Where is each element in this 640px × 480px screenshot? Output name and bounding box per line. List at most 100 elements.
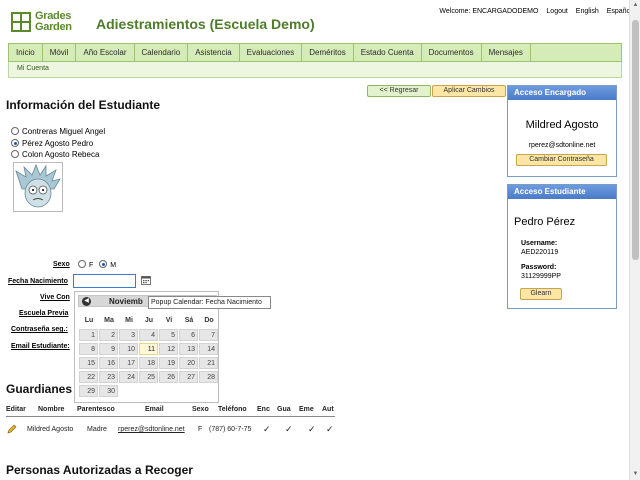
authorized-pickup-title: Personas Autorizadas a Recoger bbox=[6, 463, 193, 477]
calendar-day[interactable]: 7 bbox=[199, 329, 218, 341]
calendar-day-empty bbox=[179, 385, 198, 397]
calendar-day[interactable]: 27 bbox=[179, 371, 198, 383]
student-info-title: Información del Estudiante bbox=[6, 98, 161, 112]
nav-item-demeritos[interactable]: Deméritos bbox=[302, 44, 354, 61]
radio-icon[interactable] bbox=[11, 127, 19, 135]
calendar-day[interactable]: 3 bbox=[119, 329, 138, 341]
nav-item-ano-escolar[interactable]: Año Escolar bbox=[76, 44, 135, 61]
radio-selected-icon[interactable] bbox=[11, 139, 19, 147]
calendar-day[interactable]: 12 bbox=[159, 343, 178, 355]
student-avatar bbox=[13, 162, 63, 212]
guardian-sex: F bbox=[198, 426, 203, 433]
calendar-day[interactable]: 29 bbox=[79, 385, 98, 397]
nav-item-movil[interactable]: Móvil bbox=[43, 44, 77, 61]
subnav-mi-cuenta[interactable]: Mi Cuenta bbox=[9, 65, 49, 72]
nav-item-inicio[interactable]: Inicio bbox=[9, 44, 43, 61]
calendar-day[interactable]: 28 bbox=[199, 371, 218, 383]
calendar-week: 15 16 17 18 19 20 21 bbox=[79, 357, 219, 371]
grades-garden-logo[interactable]: Grades Garden bbox=[10, 10, 80, 35]
change-password-button[interactable]: Cambiar Contraseña bbox=[516, 154, 607, 166]
calendar-day[interactable]: 16 bbox=[99, 357, 118, 369]
nav-item-calendario[interactable]: Calendario bbox=[135, 44, 189, 61]
col-telefono: Teléfono bbox=[218, 406, 247, 413]
dow-lu: Lu bbox=[84, 317, 94, 324]
app-title: Adiestramientos (Escuela Demo) bbox=[96, 16, 315, 32]
student-name: Contreras Miguel Angel bbox=[22, 127, 106, 136]
fecha-nacimiento-label: Fecha Nacimiento bbox=[8, 278, 68, 285]
password-value: 31129999PP bbox=[521, 273, 561, 280]
guardian-email-link[interactable]: rperez@sdtonline.net bbox=[118, 426, 185, 433]
nav-item-asistencia[interactable]: Asistencia bbox=[188, 44, 240, 61]
calendar-day[interactable]: 30 bbox=[99, 385, 118, 397]
apply-changes-button[interactable]: Aplicar Cambios bbox=[432, 85, 506, 97]
nav-item-mensajes[interactable]: Mensajes bbox=[482, 44, 531, 61]
calendar-day[interactable]: 15 bbox=[79, 357, 98, 369]
calendar-grid: Lu Ma Mi Ju Vi Sá Do 1 2 3 4 5 6 7 8 9 1… bbox=[79, 312, 219, 399]
student-option-contreras[interactable]: Contreras Miguel Angel bbox=[11, 126, 105, 137]
glearn-button[interactable]: Glearn bbox=[520, 288, 562, 300]
nav-item-documentos[interactable]: Documentos bbox=[422, 44, 482, 61]
col-sexo: Sexo bbox=[192, 406, 209, 413]
calendar-day[interactable]: 25 bbox=[139, 371, 158, 383]
sexo-f-radio[interactable] bbox=[78, 260, 86, 268]
dow-ju: Ju bbox=[144, 317, 154, 324]
calendar-day[interactable]: 4 bbox=[139, 329, 158, 341]
calendar-day[interactable]: 8 bbox=[79, 343, 98, 355]
edit-pencil-icon[interactable] bbox=[7, 424, 17, 434]
page-scrollbar[interactable]: ▲ ▼ bbox=[629, 0, 640, 480]
calendar-day[interactable]: 17 bbox=[119, 357, 138, 369]
scroll-thumb[interactable] bbox=[632, 20, 639, 260]
calendar-day-empty bbox=[159, 385, 178, 397]
calendar-day[interactable]: 19 bbox=[159, 357, 178, 369]
username-label: Username: bbox=[521, 240, 558, 247]
calendar-day[interactable]: 24 bbox=[119, 371, 138, 383]
scroll-down-arrow-icon[interactable]: ▼ bbox=[630, 469, 640, 480]
calendar-day[interactable]: 21 bbox=[199, 357, 218, 369]
calendar-icon[interactable] bbox=[141, 276, 151, 285]
prev-month-icon[interactable]: ◀ bbox=[82, 297, 91, 306]
col-nombre: Nombre bbox=[38, 406, 65, 413]
nav-item-evaluaciones[interactable]: Evaluaciones bbox=[240, 44, 303, 61]
student-option-colon[interactable]: Colon Agosto Rebeca bbox=[11, 149, 99, 160]
calendar-day[interactable]: 2 bbox=[99, 329, 118, 341]
logout-link[interactable]: Logout bbox=[546, 8, 567, 15]
nav-item-estado-cuenta[interactable]: Estado Cuenta bbox=[354, 44, 422, 61]
calendar-day[interactable]: 18 bbox=[139, 357, 158, 369]
calendar-day[interactable]: 5 bbox=[159, 329, 178, 341]
fecha-nacimiento-input[interactable] bbox=[73, 274, 136, 288]
calendar-day[interactable]: 26 bbox=[159, 371, 178, 383]
calendar-day[interactable]: 23 bbox=[99, 371, 118, 383]
escuela-previa-label: Escuela Previa bbox=[19, 310, 69, 317]
parent-access-panel: Acceso Encargado Mildred Agosto rperez@s… bbox=[507, 85, 617, 177]
calendar-day[interactable]: 1 bbox=[79, 329, 98, 341]
calendar-day-today[interactable]: 11 bbox=[139, 343, 158, 355]
sub-nav: Mi Cuenta bbox=[8, 62, 622, 78]
gua-check-icon: ✓ bbox=[285, 424, 293, 434]
radio-icon[interactable] bbox=[11, 150, 19, 158]
guardian-name: Mildred Agosto bbox=[27, 426, 74, 433]
english-link[interactable]: English bbox=[576, 8, 599, 15]
back-button[interactable]: << Regresar bbox=[367, 85, 431, 97]
dow-do: Do bbox=[204, 317, 214, 324]
col-aut: Aut bbox=[322, 406, 334, 413]
calendar-week: 8 9 10 11 12 13 14 bbox=[79, 343, 219, 357]
calendar-day[interactable]: 9 bbox=[99, 343, 118, 355]
dow-vi: Vi bbox=[165, 317, 173, 324]
calendar-day[interactable]: 13 bbox=[179, 343, 198, 355]
calendar-day[interactable]: 22 bbox=[79, 371, 98, 383]
student-access-panel: Acceso Estudiante Pedro Pérez Username: … bbox=[507, 184, 617, 309]
table-header-rule bbox=[6, 416, 335, 417]
email-estudiante-label: Email Estudiante: bbox=[11, 343, 70, 350]
top-links: Welcome: ENCARGADODEMO Logout English Es… bbox=[433, 8, 632, 15]
calendar-day[interactable]: 14 bbox=[199, 343, 218, 355]
student-option-perez[interactable]: Pérez Agosto Pedro bbox=[11, 138, 93, 149]
sexo-label: Sexo bbox=[53, 261, 70, 268]
calendar-day[interactable]: 20 bbox=[179, 357, 198, 369]
calendar-day[interactable]: 6 bbox=[179, 329, 198, 341]
guardian-phone: (787) 60-7-75 bbox=[209, 426, 252, 433]
calendar-day[interactable]: 10 bbox=[119, 343, 138, 355]
aut-check-icon: ✓ bbox=[326, 424, 334, 434]
sexo-m-radio[interactable] bbox=[99, 260, 108, 268]
scroll-up-arrow-icon[interactable]: ▲ bbox=[630, 0, 640, 11]
dow-sa: Sá bbox=[184, 317, 194, 324]
